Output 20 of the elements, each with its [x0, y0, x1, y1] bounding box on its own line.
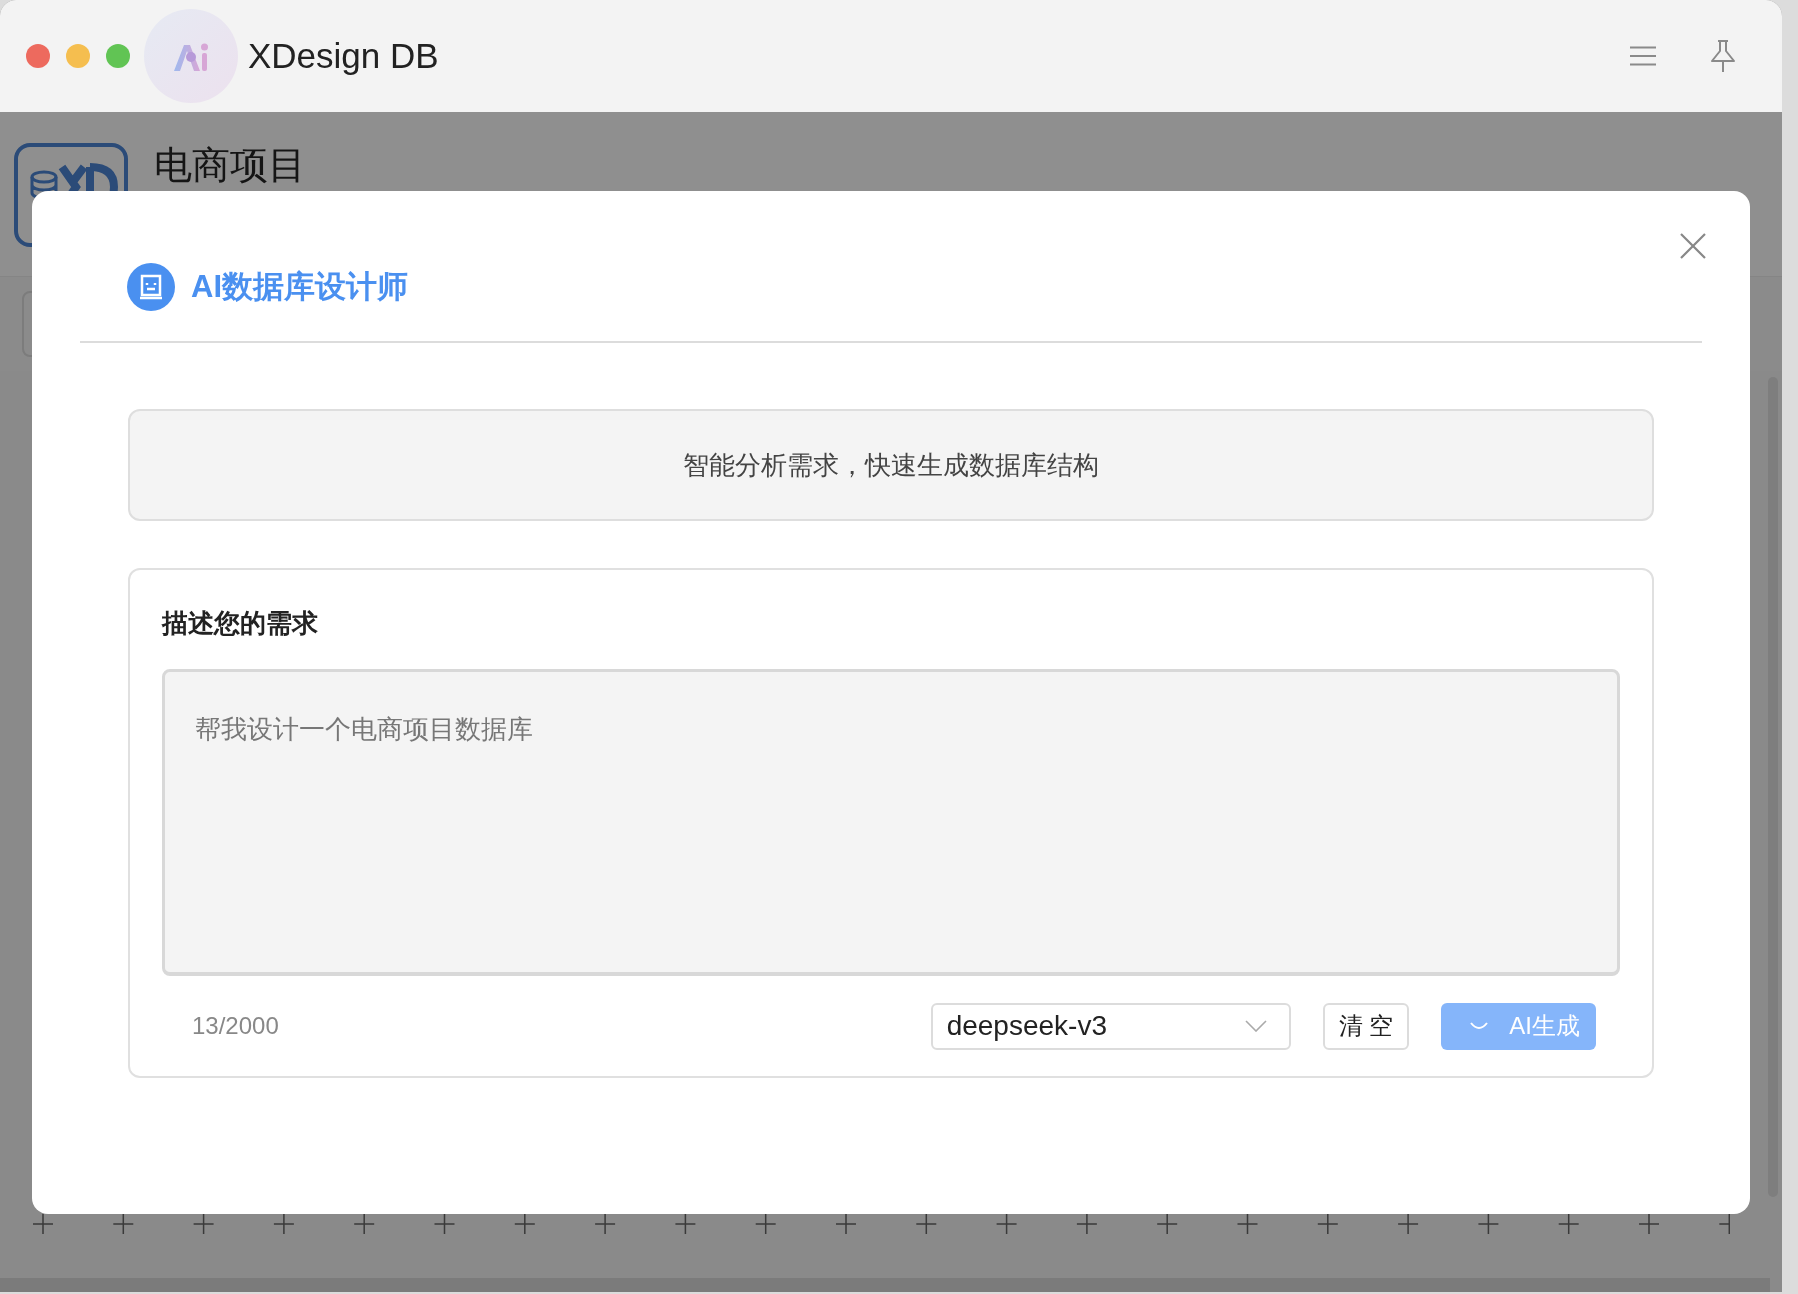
character-count: 13/2000: [192, 1012, 279, 1040]
chevron-down-icon: [1244, 1020, 1267, 1032]
menu-icon[interactable]: [1630, 46, 1656, 66]
info-banner: 智能分析需求，快速生成数据库结构: [128, 409, 1654, 521]
robot-icon: [127, 263, 175, 311]
window-title: XDesign DB: [248, 36, 439, 76]
request-field[interactable]: 帮我设计一个电商项目数据库: [162, 669, 1620, 976]
zoom-window-button[interactable]: [106, 44, 130, 68]
model-select[interactable]: deepseek-v3: [930, 1002, 1291, 1050]
section-title: 描述您的需求: [162, 607, 319, 640]
project-title: 电商项目: [154, 145, 306, 187]
pin-icon[interactable]: [1710, 39, 1736, 73]
horizontal-scrollbar[interactable]: [0, 1278, 1770, 1292]
app-logo-icon: [144, 9, 238, 103]
close-window-button[interactable]: [26, 44, 50, 68]
spinner-icon: [1469, 1021, 1490, 1031]
minimize-window-button[interactable]: [66, 44, 90, 68]
close-icon[interactable]: [1680, 233, 1706, 259]
dialog-title: AI数据库设计师: [191, 268, 408, 306]
clear-button[interactable]: 清 空: [1322, 1002, 1410, 1050]
